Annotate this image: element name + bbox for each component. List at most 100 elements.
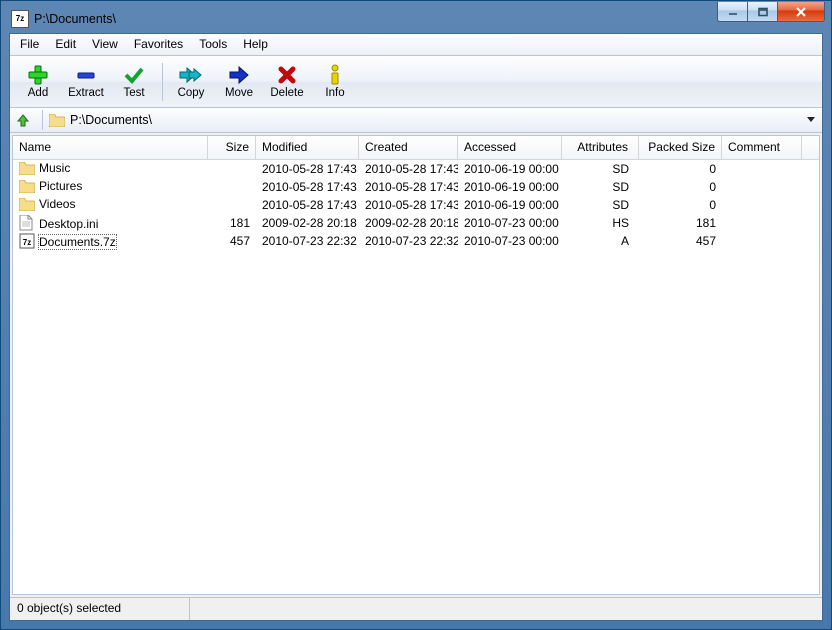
cell-packed: 181	[639, 215, 722, 231]
cell-comment	[722, 168, 802, 170]
cell-packed: 0	[639, 197, 722, 213]
window: 7z P:\Documents\ File Edit View Favorite…	[0, 0, 832, 630]
folder-icon	[19, 162, 35, 178]
svg-text:7z: 7z	[23, 238, 31, 247]
cell-accessed: 2010-07-23 00:00	[458, 215, 562, 231]
window-title: P:\Documents\	[34, 12, 823, 26]
cell-attr: HS	[562, 215, 639, 231]
copy-arrow-icon	[179, 64, 203, 86]
file-icon	[19, 215, 35, 231]
menu-file[interactable]: File	[12, 34, 47, 55]
col-comment[interactable]: Comment	[722, 136, 802, 159]
maximize-button[interactable]	[747, 2, 778, 22]
window-controls	[718, 2, 825, 22]
file-name: Pictures	[39, 179, 82, 193]
move-label: Move	[225, 87, 253, 99]
cell-size	[208, 186, 256, 188]
address-bar: P:\Documents\	[10, 108, 822, 133]
cell-name: Music	[13, 160, 208, 179]
cell-created: 2009-02-28 20:18	[359, 215, 458, 231]
file-row[interactable]: Music2010-05-28 17:432010-05-28 17:43201…	[13, 160, 819, 178]
delete-x-icon	[275, 64, 299, 86]
menu-view[interactable]: View	[84, 34, 126, 55]
cell-name: Pictures	[13, 178, 208, 197]
delete-button[interactable]: Delete	[263, 60, 311, 103]
toolbar-separator	[162, 63, 163, 101]
minimize-button[interactable]	[717, 2, 748, 22]
file-name: Music	[39, 161, 70, 175]
info-button[interactable]: Info	[311, 60, 359, 103]
status-spacer	[190, 598, 822, 620]
plus-icon	[26, 64, 50, 86]
column-headers: Name Size Modified Created Accessed Attr…	[13, 136, 819, 160]
add-label: Add	[28, 87, 48, 99]
7z-icon: 7z	[19, 233, 35, 249]
file-row[interactable]: Videos2010-05-28 17:432010-05-28 17:4320…	[13, 196, 819, 214]
cell-comment	[722, 222, 802, 224]
menu-tools[interactable]: Tools	[191, 34, 235, 55]
client-area: File Edit View Favorites Tools Help Add	[9, 33, 823, 621]
cell-attr: SD	[562, 197, 639, 213]
col-modified[interactable]: Modified	[256, 136, 359, 159]
col-created[interactable]: Created	[359, 136, 458, 159]
cell-created: 2010-05-28 17:43	[359, 179, 458, 195]
address-path[interactable]: P:\Documents\	[70, 113, 804, 127]
titlebar[interactable]: 7z P:\Documents\	[9, 8, 823, 33]
folder-icon	[19, 180, 35, 196]
extract-button[interactable]: Extract	[62, 60, 110, 103]
file-row[interactable]: Pictures2010-05-28 17:432010-05-28 17:43…	[13, 178, 819, 196]
file-list-body[interactable]: Music2010-05-28 17:432010-05-28 17:43201…	[13, 160, 819, 594]
cell-comment	[722, 204, 802, 206]
address-dropdown[interactable]	[804, 117, 818, 123]
cell-comment	[722, 186, 802, 188]
col-packed[interactable]: Packed Size	[639, 136, 722, 159]
col-accessed[interactable]: Accessed	[458, 136, 562, 159]
cell-name: Videos	[13, 196, 208, 215]
cell-accessed: 2010-07-23 00:00	[458, 233, 562, 249]
move-arrow-icon	[227, 64, 251, 86]
cell-created: 2010-07-23 22:32	[359, 233, 458, 249]
cell-packed: 457	[639, 233, 722, 249]
minus-icon	[74, 64, 98, 86]
add-button[interactable]: Add	[14, 60, 62, 103]
extract-label: Extract	[68, 87, 104, 99]
file-name: Videos	[39, 197, 75, 211]
move-button[interactable]: Move	[215, 60, 263, 103]
up-button[interactable]	[14, 111, 32, 129]
menu-edit[interactable]: Edit	[47, 34, 84, 55]
file-row[interactable]: Desktop.ini 181 2009-02-28 20:182009-02-28…	[13, 214, 819, 232]
file-name: Desktop.ini	[39, 217, 98, 231]
cell-packed: 0	[639, 161, 722, 177]
close-button[interactable]	[777, 2, 825, 22]
check-icon	[122, 64, 146, 86]
cell-accessed: 2010-06-19 00:00	[458, 179, 562, 195]
cell-name: Desktop.ini	[13, 214, 208, 232]
folder-icon	[49, 112, 65, 128]
col-name[interactable]: Name	[13, 136, 208, 159]
copy-button[interactable]: Copy	[167, 60, 215, 103]
cell-accessed: 2010-06-19 00:00	[458, 197, 562, 213]
cell-modified: 2010-05-28 17:43	[256, 161, 359, 177]
menubar: File Edit View Favorites Tools Help	[10, 34, 822, 56]
window-frame: 7z P:\Documents\ File Edit View Favorite…	[1, 1, 831, 629]
delete-label: Delete	[270, 87, 303, 99]
col-attributes[interactable]: Attributes	[562, 136, 639, 159]
status-selected: 0 object(s) selected	[10, 598, 190, 620]
app-icon: 7z	[11, 10, 29, 28]
test-label: Test	[123, 87, 144, 99]
file-name: Documents.7z	[39, 235, 116, 249]
menu-help[interactable]: Help	[235, 34, 276, 55]
menu-favorites[interactable]: Favorites	[126, 34, 191, 55]
cell-created: 2010-05-28 17:43	[359, 197, 458, 213]
info-icon	[323, 64, 347, 86]
cell-modified: 2010-05-28 17:43	[256, 197, 359, 213]
file-row[interactable]: 7z Documents.7z 457 2010-07-23 22:322010-07…	[13, 232, 819, 250]
test-button[interactable]: Test	[110, 60, 158, 103]
address-separator	[42, 110, 43, 130]
col-size[interactable]: Size	[208, 136, 256, 159]
cell-comment	[722, 240, 802, 242]
cell-modified: 2009-02-28 20:18	[256, 215, 359, 231]
cell-size: 457	[208, 233, 256, 249]
folder-icon	[19, 198, 35, 214]
info-label: Info	[325, 87, 344, 99]
